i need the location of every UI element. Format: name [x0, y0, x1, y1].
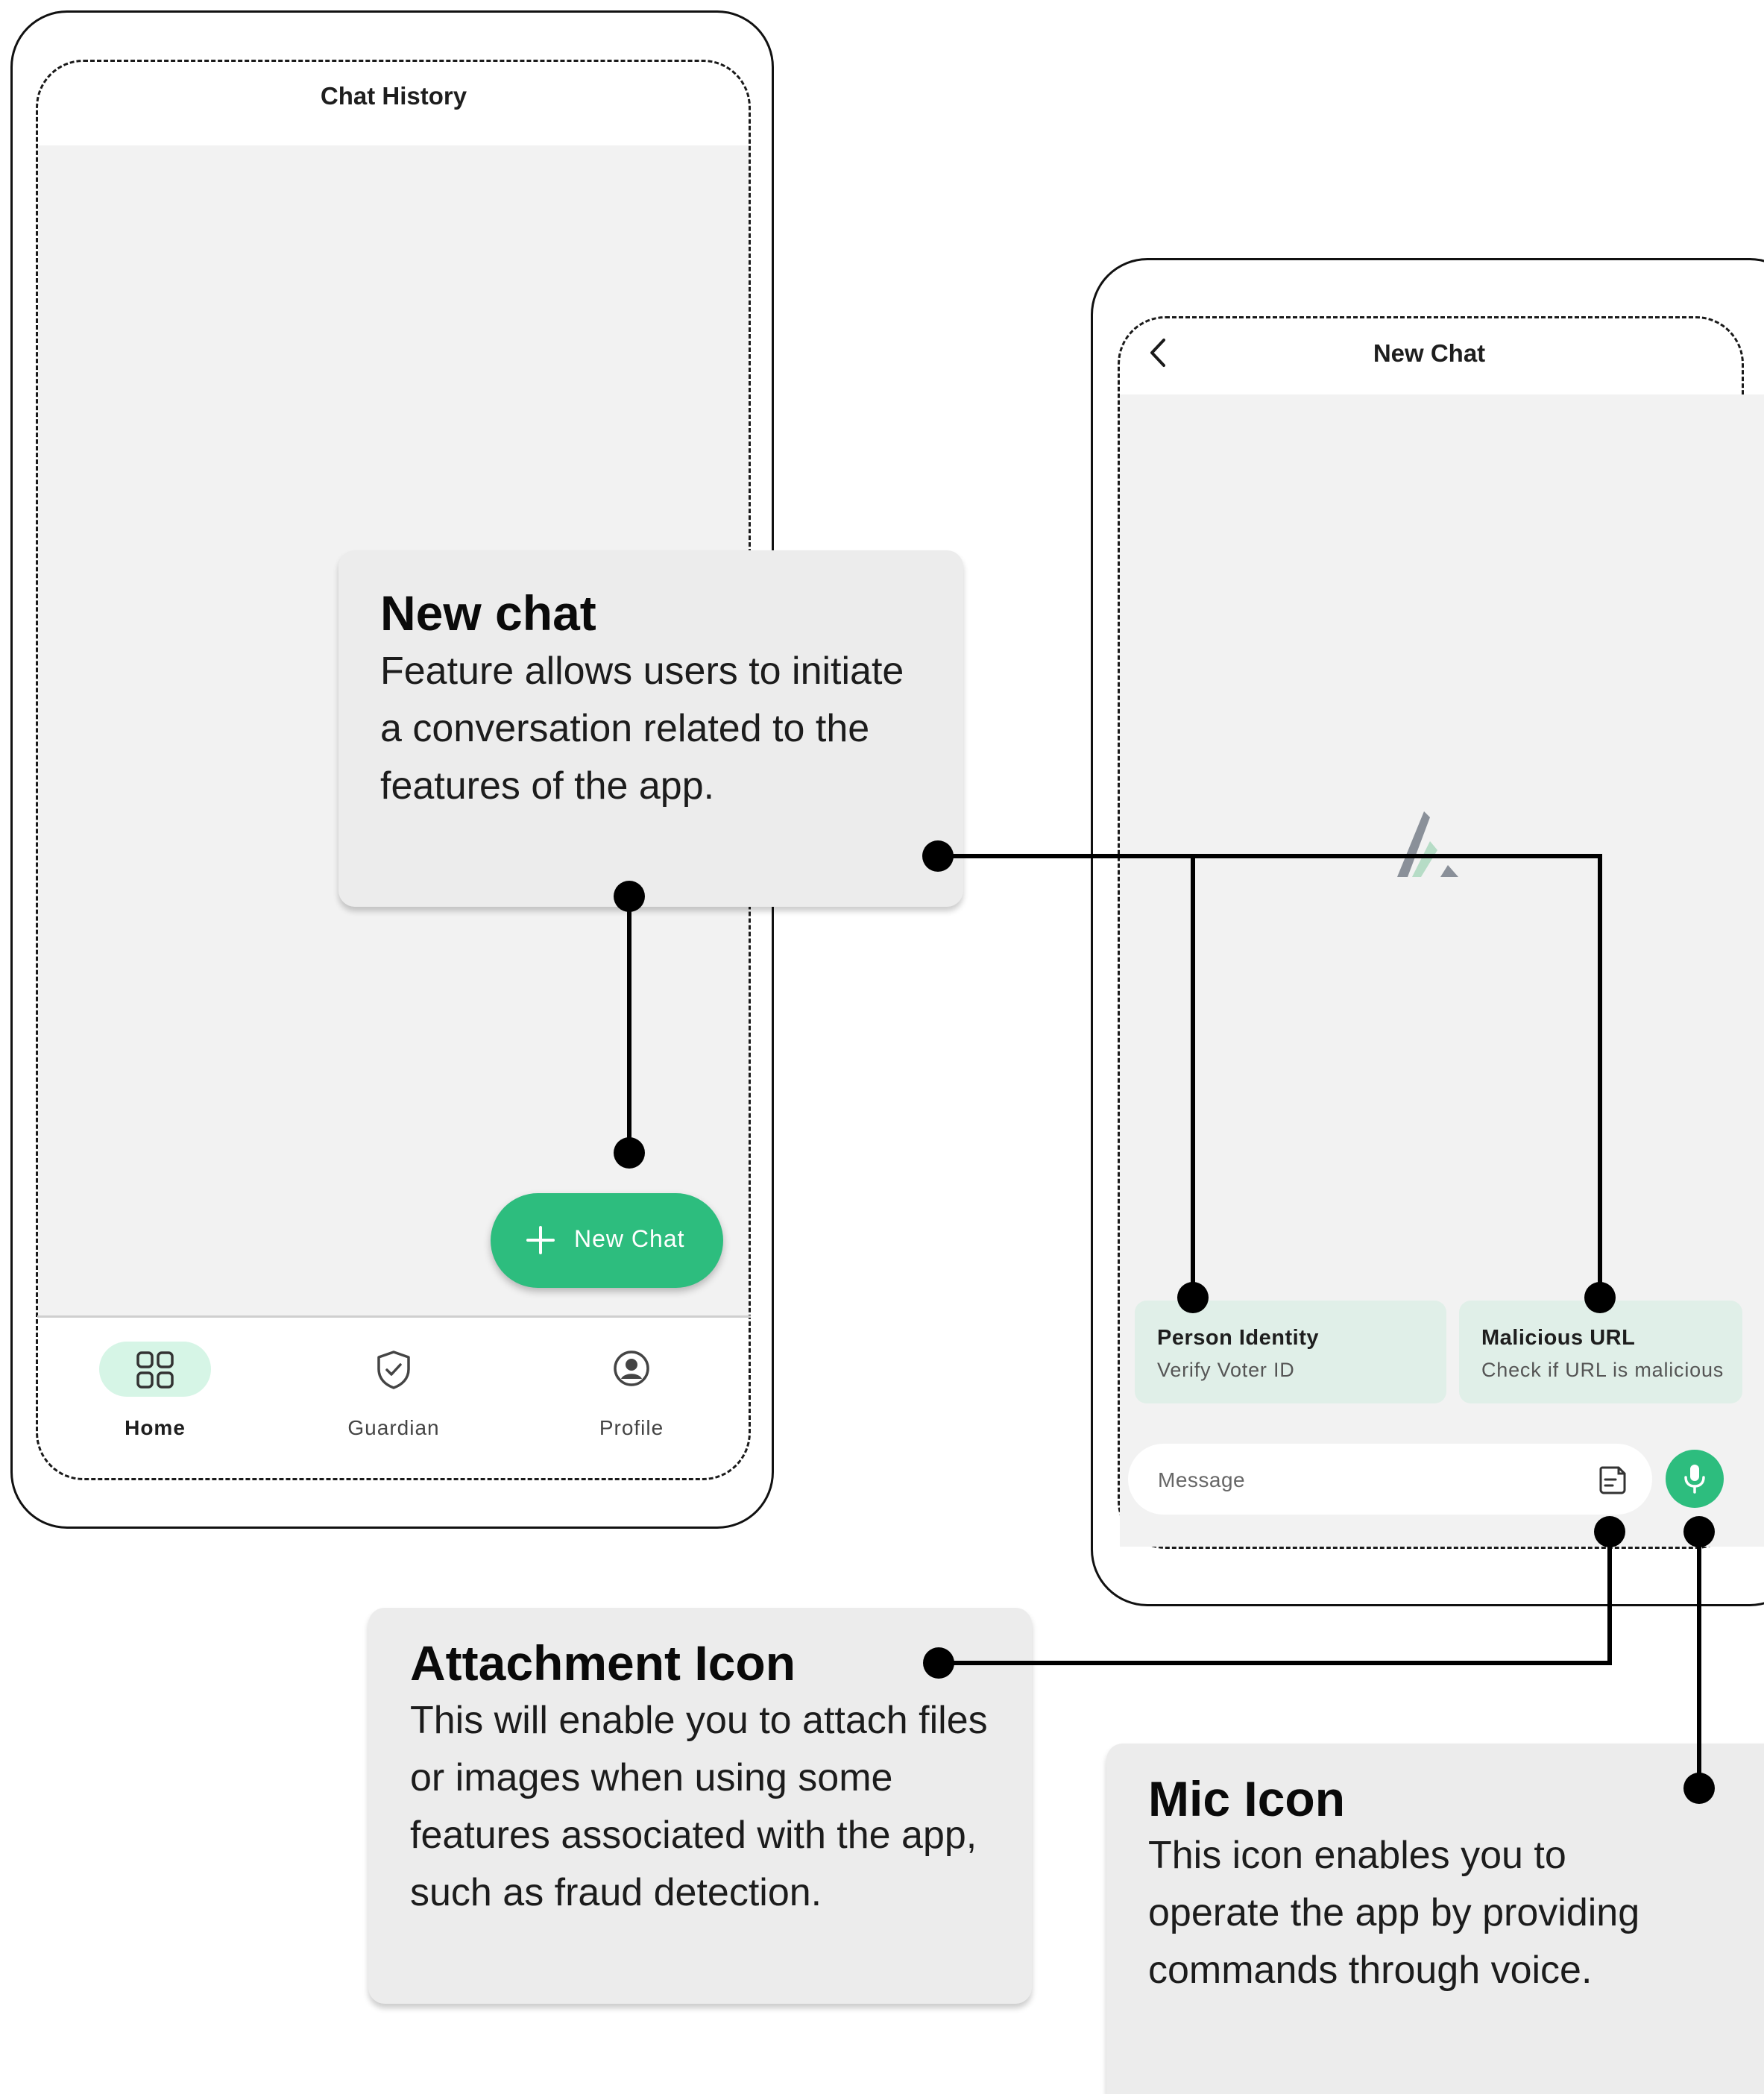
- user-circle-icon: [614, 1351, 649, 1386]
- callout-body: Feature allows users to initiate a conve…: [380, 650, 904, 808]
- page-title: Chat History: [320, 82, 467, 110]
- message-input[interactable]: Message: [1128, 1444, 1652, 1515]
- bottom-nav-divider: [37, 1315, 751, 1318]
- callout-new-chat: New chat Feature allows users to initiat…: [338, 550, 963, 907]
- chip-subtitle: Check if URL is malicious: [1481, 1359, 1724, 1381]
- callout-body: This will enable you to attach files or …: [410, 1699, 988, 1914]
- chip-title: Person Identity: [1157, 1326, 1319, 1350]
- mic-icon: [1684, 1465, 1705, 1494]
- new-chat-label: New Chat: [574, 1225, 685, 1252]
- nav-home-label: Home: [125, 1416, 186, 1439]
- suggestion-chip-person-identity[interactable]: Person Identity Verify Voter ID: [1135, 1301, 1446, 1403]
- suggestion-chip-malicious-url[interactable]: Malicious URL Check if URL is malicious: [1459, 1301, 1742, 1403]
- nav-guardian-label: Guardian: [347, 1416, 440, 1439]
- callout-heading: Attachment Icon: [410, 1635, 796, 1691]
- nav-profile-label: Profile: [599, 1416, 664, 1439]
- mic-button[interactable]: [1666, 1450, 1724, 1508]
- shield-check-icon: [377, 1351, 410, 1389]
- callout-heading: New chat: [380, 585, 596, 641]
- attachment-icon[interactable]: [1596, 1463, 1629, 1496]
- new-chat-button[interactable]: New Chat: [491, 1193, 723, 1288]
- app-logo: [1397, 811, 1458, 877]
- callout-mic-icon: Mic Icon This icon enables you to operat…: [1106, 1744, 1764, 2094]
- message-placeholder: Message: [1158, 1468, 1246, 1491]
- plus-icon: [526, 1226, 555, 1254]
- callout-heading: Mic Icon: [1148, 1771, 1346, 1826]
- grid-icon: [136, 1351, 174, 1389]
- back-arrow-icon[interactable]: [1146, 336, 1170, 369]
- callout-body: This icon enables you to operate the app…: [1148, 1834, 1640, 1992]
- chip-subtitle: Verify Voter ID: [1157, 1359, 1295, 1381]
- chip-title: Malicious URL: [1481, 1326, 1636, 1350]
- callout-attachment-icon: Attachment Icon This will enable you to …: [368, 1608, 1032, 2004]
- page-title-new-chat: New Chat: [1373, 339, 1486, 367]
